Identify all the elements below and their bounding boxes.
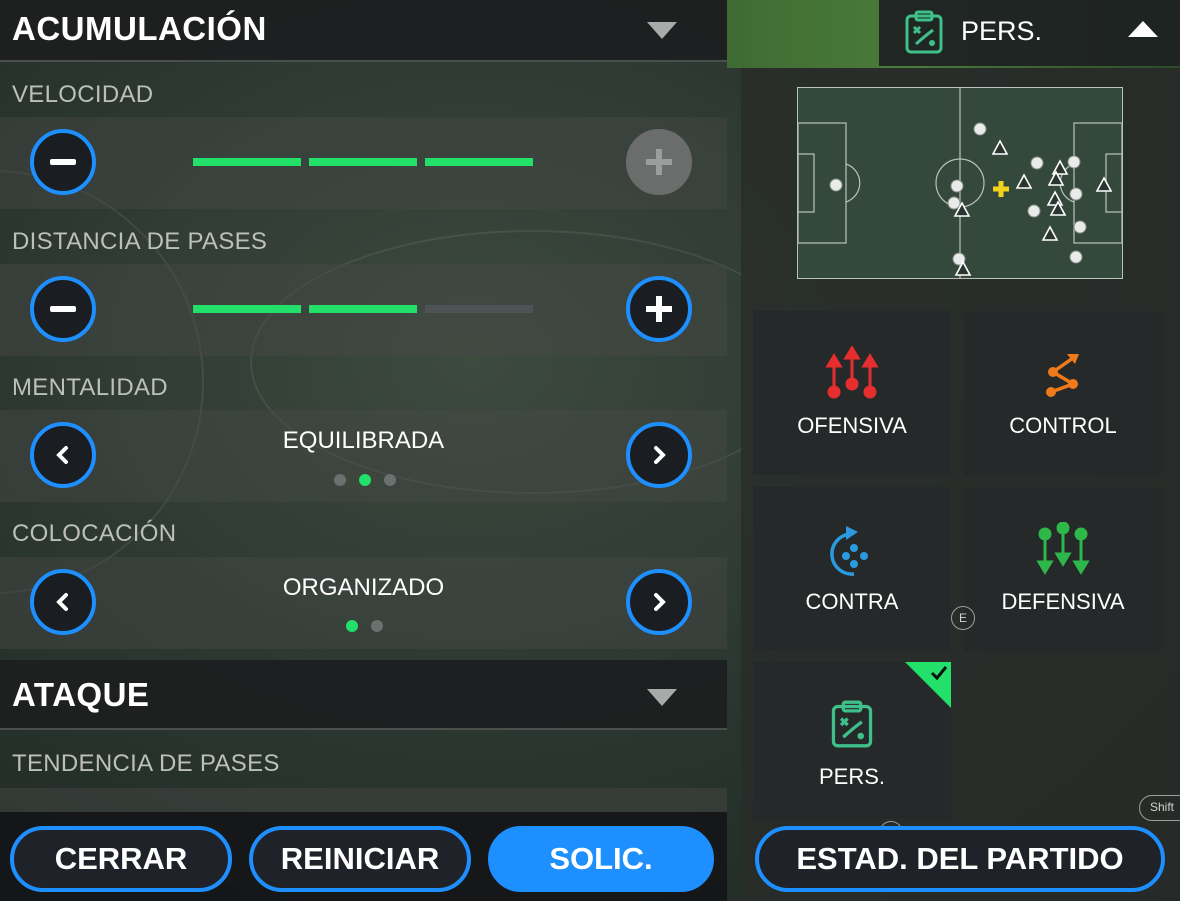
plus-icon bbox=[646, 149, 672, 175]
player-dot bbox=[973, 122, 987, 136]
decrease-button[interactable] bbox=[30, 276, 96, 342]
formation-minimap bbox=[797, 87, 1123, 279]
apply-button[interactable]: SOLIC. bbox=[488, 826, 714, 892]
counter-icon bbox=[830, 526, 868, 576]
player-dot bbox=[1073, 220, 1087, 234]
next-button[interactable] bbox=[626, 422, 692, 488]
increase-button[interactable] bbox=[626, 276, 692, 342]
game-plan-tile-defensive[interactable]: DEFENSIVA bbox=[964, 487, 1162, 651]
offensive-arrows-icon bbox=[825, 346, 879, 399]
setting-row-speed bbox=[0, 117, 727, 209]
level-bar-segment bbox=[309, 305, 417, 313]
chevron-down-icon[interactable] bbox=[647, 22, 677, 39]
game-plan-tile-offensive[interactable]: OFENSIVA bbox=[753, 311, 951, 475]
game-plan-dropdown[interactable]: PERS. bbox=[879, 0, 1180, 66]
setting-label-pass-distance: DISTANCIA DE PASES bbox=[12, 228, 268, 255]
level-bar-segment bbox=[309, 158, 417, 166]
tile-label: DEFENSIVA bbox=[1001, 589, 1125, 614]
mentality-value: EQUILIBRADA bbox=[282, 427, 445, 454]
page-dot bbox=[359, 474, 371, 486]
positioning-value: ORGANIZADO bbox=[282, 574, 445, 601]
clipboard-tactics-icon bbox=[905, 10, 943, 54]
page-dot bbox=[371, 620, 383, 632]
game-plan-tile-custom[interactable]: PERS. bbox=[753, 662, 951, 818]
tile-label: PERS. bbox=[818, 764, 886, 789]
level-bar-segment bbox=[425, 158, 533, 166]
left-arc bbox=[845, 163, 861, 203]
setting-row-pass-distance bbox=[0, 264, 727, 356]
tile-label: CONTRA bbox=[805, 589, 899, 614]
setting-row-positioning: ORGANIZADO bbox=[0, 557, 727, 649]
opponent-marker bbox=[1041, 225, 1059, 241]
setting-row-mentality: EQUILIBRADA bbox=[0, 410, 727, 502]
setting-label-mentality: MENTALIDAD bbox=[12, 374, 168, 401]
increase-button[interactable] bbox=[626, 129, 692, 195]
opponent-marker bbox=[1095, 176, 1113, 192]
player-dot bbox=[1069, 250, 1083, 264]
game-plan-tile-control[interactable]: CONTROL bbox=[964, 311, 1162, 475]
chevron-right-icon bbox=[654, 446, 666, 464]
setting-label-speed: VELOCIDAD bbox=[12, 81, 154, 108]
control-path-icon bbox=[1046, 354, 1079, 397]
game-plan-panel: PERS. OFENSIVA CONTROL CONTRA DEFENSIVA … bbox=[727, 0, 1180, 901]
player-dot bbox=[1027, 204, 1041, 218]
player-dot bbox=[1069, 187, 1083, 201]
setting-label-pass-tendency: TENDENCIA DE PASES bbox=[12, 750, 280, 777]
close-button[interactable]: CERRAR bbox=[10, 826, 232, 892]
chevron-down-icon[interactable] bbox=[647, 689, 677, 706]
right-goal-box bbox=[1105, 153, 1122, 213]
action-bar: CERRAR REINICIAR SOLIC. bbox=[0, 812, 727, 901]
caret-up-icon bbox=[1128, 21, 1158, 37]
section-header-buildup[interactable]: ACUMULACIÓN bbox=[0, 0, 727, 62]
page-dot bbox=[346, 620, 358, 632]
next-button[interactable] bbox=[626, 569, 692, 635]
ball-marker bbox=[993, 181, 1009, 197]
reset-button[interactable]: REINICIAR bbox=[249, 826, 471, 892]
player-dot bbox=[950, 179, 964, 193]
game-plan-tile-counter[interactable]: CONTRA bbox=[753, 487, 951, 651]
opponent-marker bbox=[1046, 190, 1064, 206]
player-dot bbox=[1067, 155, 1081, 169]
tile-label: CONTROL bbox=[1009, 413, 1117, 438]
page-dot bbox=[334, 474, 346, 486]
section-title: ATAQUE bbox=[12, 676, 150, 713]
defensive-arrows-icon bbox=[1036, 522, 1090, 575]
level-bar-segment bbox=[193, 305, 301, 313]
page-dot bbox=[384, 474, 396, 486]
opponent-marker bbox=[991, 139, 1009, 155]
setting-label-positioning: COLOCACIÓN bbox=[12, 520, 177, 547]
opponent-marker bbox=[1015, 173, 1033, 189]
check-icon bbox=[930, 666, 948, 681]
player-dot bbox=[1030, 156, 1044, 170]
plus-icon bbox=[646, 296, 672, 322]
tile-label: OFENSIVA bbox=[797, 413, 907, 438]
clipboard-tactics-icon bbox=[831, 700, 873, 748]
level-bar-segment bbox=[193, 158, 301, 166]
match-stats-button[interactable]: ESTAD. DEL PARTIDO bbox=[755, 826, 1165, 892]
setting-row-pass-tendency bbox=[0, 788, 727, 812]
section-header-attack[interactable]: ATAQUE bbox=[0, 660, 727, 730]
level-bar-segment bbox=[425, 305, 533, 313]
chevron-right-icon bbox=[654, 593, 666, 611]
player-dot bbox=[829, 178, 843, 192]
left-goal-box bbox=[798, 153, 815, 213]
game-plan-label: PERS. bbox=[961, 16, 1043, 46]
minus-icon bbox=[50, 306, 76, 312]
tactics-settings-panel: ACUMULACIÓN VELOCIDAD DISTANCIA DE PASES… bbox=[0, 0, 727, 901]
section-title: ACUMULACIÓN bbox=[12, 10, 267, 47]
decrease-button[interactable] bbox=[30, 129, 96, 195]
minus-icon bbox=[50, 159, 76, 165]
player-dot bbox=[947, 196, 961, 210]
key-hint-shift: Shift bbox=[1139, 795, 1180, 821]
key-hint-e: E bbox=[951, 606, 975, 630]
